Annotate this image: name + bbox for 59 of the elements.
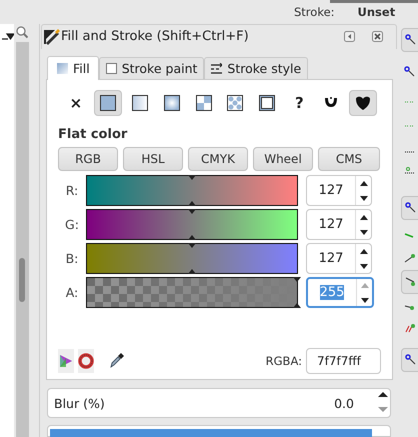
ruler-caret-icon xyxy=(2,33,14,41)
paint-type-button[interactable] xyxy=(94,90,122,116)
blur-label: Blur (%) xyxy=(54,396,105,411)
channel-label: G: xyxy=(64,217,80,232)
heart-icon xyxy=(355,96,372,111)
channel-label: A: xyxy=(64,285,80,300)
flat-color-icon xyxy=(100,95,116,112)
color-slider[interactable] xyxy=(86,277,298,308)
color-slider[interactable] xyxy=(86,243,298,274)
zoom-icon xyxy=(16,26,28,39)
channel-label: B: xyxy=(64,251,80,266)
checker-icon xyxy=(196,95,212,112)
mode-button[interactable]: CMYK xyxy=(188,147,248,172)
snap-toggle[interactable] xyxy=(401,348,418,372)
snap-toggle[interactable] xyxy=(401,28,418,52)
rgba-field[interactable]: 7f7f7fff xyxy=(306,348,381,374)
close-button[interactable] xyxy=(372,31,383,42)
scrollbar-thumb[interactable] xyxy=(19,258,25,302)
blur-field[interactable]: Blur (%) 0.0 xyxy=(47,388,391,418)
rgba-label: RGBA: xyxy=(266,354,302,368)
color-slider[interactable] xyxy=(86,175,298,206)
gamut-ring-icon xyxy=(78,349,94,374)
paint-type-button[interactable]: × xyxy=(62,90,90,116)
brush-icon xyxy=(43,28,60,46)
blur-value: 0.0 xyxy=(334,396,354,411)
collapse-button[interactable] xyxy=(344,31,355,42)
color-managed-icon xyxy=(58,349,74,374)
tab[interactable]: Stroke paint xyxy=(98,57,204,80)
dialog-title: Fill and Stroke (Shift+Ctrl+F) xyxy=(61,29,249,44)
section-title: Flat color xyxy=(58,127,128,142)
mode-button[interactable]: Wheel xyxy=(253,147,313,172)
tab[interactable]: Stroke style xyxy=(204,57,308,80)
stroke-label: Stroke: xyxy=(294,5,335,19)
channel-label: R: xyxy=(64,183,80,198)
mode-button[interactable]: RGB xyxy=(58,147,118,172)
slider-thumb[interactable] xyxy=(188,175,196,180)
scrollbar[interactable] xyxy=(16,42,28,437)
slider-thumb[interactable] xyxy=(188,243,196,248)
radial-gradient-icon xyxy=(164,95,180,112)
slider-thumb[interactable] xyxy=(293,303,301,308)
mode-button[interactable]: HSL xyxy=(123,147,183,172)
tab[interactable]: Fill xyxy=(47,56,99,80)
slider-thumb[interactable] xyxy=(188,209,196,214)
linear-gradient-icon xyxy=(132,95,148,112)
stroke-value: Unset xyxy=(358,5,396,19)
pattern-icon xyxy=(227,95,244,112)
opacity-slider-fill[interactable] xyxy=(50,429,372,437)
paint-type-button[interactable]: ? xyxy=(285,90,314,116)
slider-thumb[interactable] xyxy=(293,277,301,282)
gradient-square-icon xyxy=(57,63,68,74)
mode-button[interactable]: CMS xyxy=(318,147,380,172)
color-slider[interactable] xyxy=(86,209,298,240)
lines-icon xyxy=(211,63,222,74)
swatch-icon xyxy=(259,95,276,112)
eyedropper-icon xyxy=(109,353,124,370)
fill-rule-button[interactable] xyxy=(349,90,378,116)
square-icon xyxy=(106,63,117,74)
snap-toggle[interactable] xyxy=(401,196,418,220)
snap-toggle[interactable] xyxy=(401,270,418,294)
